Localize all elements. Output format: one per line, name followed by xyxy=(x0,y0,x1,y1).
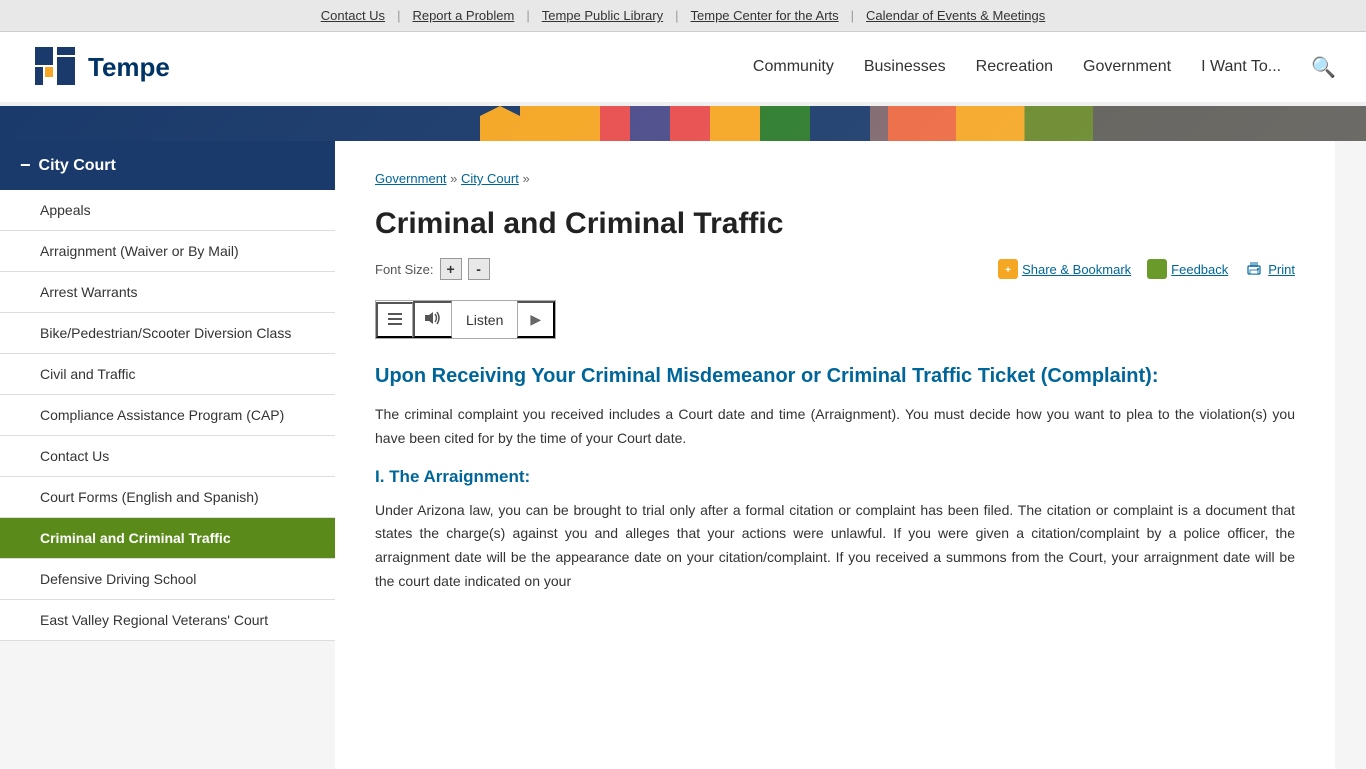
font-size-label: Font Size: xyxy=(375,262,434,277)
feedback-icon xyxy=(1147,259,1167,279)
content-para-2: Under Arizona law, you can be brought to… xyxy=(375,499,1295,594)
list-item: Arrest Warrants xyxy=(0,272,335,313)
nav-community[interactable]: Community xyxy=(753,58,834,76)
feedback-link[interactable]: Feedback xyxy=(1147,259,1228,279)
banner-strip xyxy=(0,106,1366,141)
breadcrumb-government[interactable]: Government xyxy=(375,171,447,186)
sidebar-collapse-icon[interactable]: − xyxy=(20,155,31,176)
logo-area[interactable]: Tempe xyxy=(30,42,170,92)
util-contact-link[interactable]: Contact Us xyxy=(321,8,385,23)
share-icon: + xyxy=(998,259,1018,279)
page-title: Criminal and Criminal Traffic xyxy=(375,206,1295,242)
search-button[interactable]: 🔍 xyxy=(1311,55,1336,80)
list-item: Court Forms (English and Spanish) xyxy=(0,477,335,518)
list-item: East Valley Regional Veterans' Court xyxy=(0,600,335,641)
toolbar-row: Font Size: + - + Share & Bookmark xyxy=(375,258,1295,280)
section-heading: Upon Receiving Your Criminal Misdemeanor… xyxy=(375,363,1295,389)
print-link[interactable]: Print xyxy=(1244,259,1295,279)
list-item: Arraignment (Waiver or By Mail) xyxy=(0,231,335,272)
font-increase-button[interactable]: + xyxy=(440,258,462,280)
util-arts-link[interactable]: Tempe Center for the Arts xyxy=(691,8,839,23)
breadcrumb: Government » City Court » xyxy=(375,171,1295,186)
sidebar-title-text: City Court xyxy=(39,157,116,175)
site-header: Tempe Community Businesses Recreation Go… xyxy=(0,32,1366,106)
sub-heading: I. The Arraignment: xyxy=(375,467,1295,487)
toolbar-actions: + Share & Bookmark Feedback xyxy=(998,259,1295,279)
util-library-link[interactable]: Tempe Public Library xyxy=(542,8,663,23)
share-bookmark-label: Share & Bookmark xyxy=(1022,262,1131,277)
tempe-logo-icon xyxy=(30,42,80,92)
listen-label: Listen xyxy=(452,304,517,336)
sidebar-item-criminal[interactable]: Criminal and Criminal Traffic xyxy=(0,518,335,558)
sep3: | xyxy=(675,8,678,23)
sidebar-item-bike[interactable]: Bike/Pedestrian/Scooter Diversion Class xyxy=(0,313,335,353)
feedback-label: Feedback xyxy=(1171,262,1228,277)
listen-list-button[interactable] xyxy=(376,302,413,338)
list-item: Defensive Driving School xyxy=(0,559,335,600)
banner-svg xyxy=(0,106,1366,141)
util-report-link[interactable]: Report a Problem xyxy=(412,8,514,23)
sidebar-item-arrest-warrants[interactable]: Arrest Warrants xyxy=(0,272,335,312)
breadcrumb-sep2: » xyxy=(522,171,529,186)
sep1: | xyxy=(397,8,400,23)
sidebar-items: Appeals Arraignment (Waiver or By Mail) … xyxy=(0,190,335,641)
sep4: | xyxy=(851,8,854,23)
list-item: Contact Us xyxy=(0,436,335,477)
font-decrease-button[interactable]: - xyxy=(468,258,490,280)
main-nav: Community Businesses Recreation Governme… xyxy=(753,55,1336,80)
share-bookmark-link[interactable]: + Share & Bookmark xyxy=(998,259,1131,279)
sidebar-title: − City Court xyxy=(0,141,335,190)
breadcrumb-city-court[interactable]: City Court xyxy=(461,171,519,186)
sidebar-item-appeals[interactable]: Appeals xyxy=(0,190,335,230)
content-para-1: The criminal complaint you received incl… xyxy=(375,403,1295,451)
listen-play-button[interactable]: ▶ xyxy=(517,301,555,338)
list-item: Appeals xyxy=(0,190,335,231)
utility-bar: Contact Us | Report a Problem | Tempe Pu… xyxy=(0,0,1366,32)
font-size-controls: Font Size: + - xyxy=(375,258,490,280)
page-layout: − City Court Appeals Arraignment (Waiver… xyxy=(0,141,1366,769)
nav-i-want-to[interactable]: I Want To... xyxy=(1201,58,1281,76)
sidebar-item-cap[interactable]: Compliance Assistance Program (CAP) xyxy=(0,395,335,435)
sidebar-item-defensive-driving[interactable]: Defensive Driving School xyxy=(0,559,335,599)
sidebar: − City Court Appeals Arraignment (Waiver… xyxy=(0,141,335,769)
list-item: Civil and Traffic xyxy=(0,354,335,395)
sidebar-item-veterans-court[interactable]: East Valley Regional Veterans' Court xyxy=(0,600,335,640)
svg-text:+: + xyxy=(1005,265,1011,276)
sidebar-item-contact[interactable]: Contact Us xyxy=(0,436,335,476)
sidebar-item-court-forms[interactable]: Court Forms (English and Spanish) xyxy=(0,477,335,517)
print-label: Print xyxy=(1268,262,1295,277)
nav-businesses[interactable]: Businesses xyxy=(864,58,946,76)
list-item: Bike/Pedestrian/Scooter Diversion Class xyxy=(0,313,335,354)
list-item: Criminal and Criminal Traffic xyxy=(0,518,335,559)
main-content: Government » City Court » Criminal and C… xyxy=(335,141,1335,769)
printer-icon xyxy=(1244,259,1264,279)
logo-text: Tempe xyxy=(88,52,170,83)
sidebar-item-civil-traffic[interactable]: Civil and Traffic xyxy=(0,354,335,394)
list-item: Compliance Assistance Program (CAP) xyxy=(0,395,335,436)
nav-recreation[interactable]: Recreation xyxy=(976,58,1053,76)
listen-speaker-button[interactable] xyxy=(413,301,452,338)
util-calendar-link[interactable]: Calendar of Events & Meetings xyxy=(866,8,1045,23)
breadcrumb-sep1: » xyxy=(450,171,461,186)
sidebar-item-arraignment[interactable]: Arraignment (Waiver or By Mail) xyxy=(0,231,335,271)
sep2: | xyxy=(526,8,529,23)
listen-bar: Listen ▶ xyxy=(375,300,556,339)
nav-government[interactable]: Government xyxy=(1083,58,1171,76)
